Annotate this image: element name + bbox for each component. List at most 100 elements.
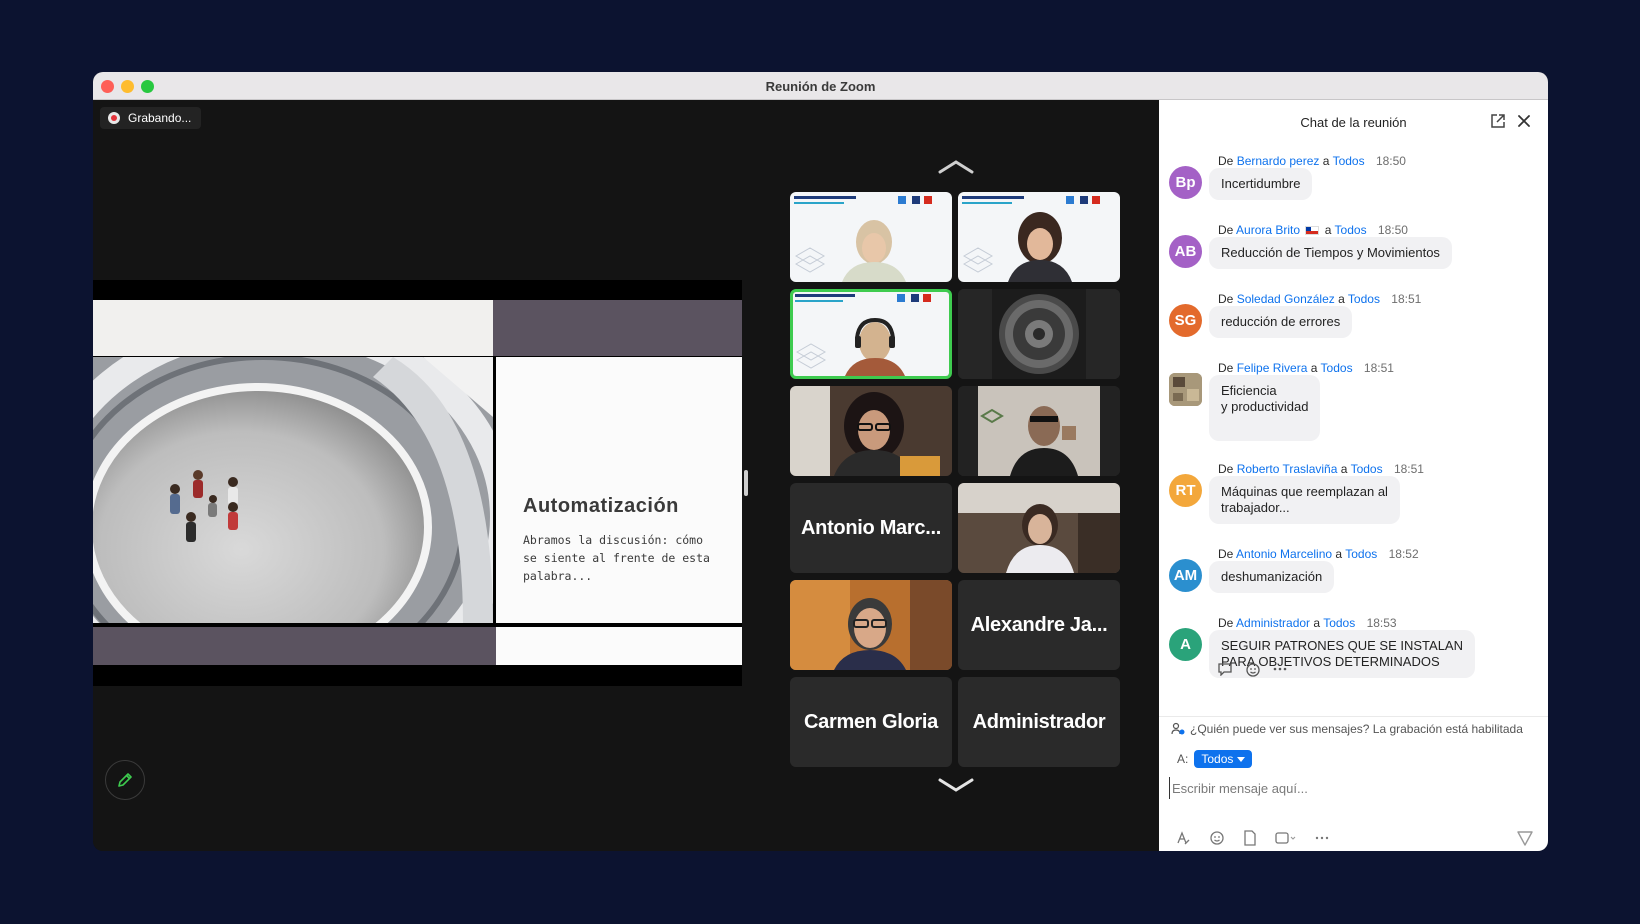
slide-top-accent — [493, 300, 742, 356]
message-bubble[interactable]: Incertidumbre — [1209, 168, 1313, 200]
notice-text: ¿Quién puede ver sus mensajes? La grabac… — [1190, 721, 1523, 736]
slide-top-band — [93, 300, 493, 356]
message-bubble[interactable]: Reducción de Tiempos y Movimientos — [1209, 237, 1452, 269]
video-tile[interactable] — [958, 192, 1120, 282]
message-time: 18:51 — [1363, 361, 1394, 375]
chat-toolbar — [1175, 830, 1329, 846]
video-tile-name-only[interactable]: Administrador — [958, 677, 1120, 767]
to-word: a — [1338, 292, 1345, 306]
chat-header: Chat de la reunión — [1159, 100, 1548, 144]
window-title: Reunión de Zoom — [765, 79, 876, 94]
video-tile-name-only[interactable]: Antonio Marc... — [790, 483, 952, 573]
message-bubble[interactable]: Máquinas que reemplazan al trabajador... — [1209, 476, 1400, 524]
video-tile-name-only[interactable]: Carmen Gloria — [790, 677, 952, 767]
message-bubble[interactable]: Eficiencia y productividad — [1209, 375, 1321, 441]
avatar: A — [1169, 628, 1202, 661]
participant-name: Carmen Gloria — [804, 711, 938, 733]
active-speaker-tile[interactable] — [790, 289, 952, 379]
video-tile[interactable] — [790, 192, 952, 282]
message-meta: De Antonio Marcelino a Todos 18:52 — [1218, 547, 1419, 561]
recipient-name[interactable]: Todos — [1351, 462, 1383, 476]
video-tile-name-only[interactable]: Alexandre Ja... — [958, 580, 1120, 670]
visibility-notice[interactable]: ¿Quién puede ver sus mensajes? La grabac… — [1159, 716, 1548, 740]
sender-name[interactable]: Bernardo perez — [1237, 154, 1320, 168]
recipient-name[interactable]: Todos — [1321, 361, 1353, 375]
to-word: a — [1322, 154, 1330, 168]
avatar: AM — [1169, 559, 1202, 592]
slide-heading: Automatización — [523, 495, 679, 517]
reply-icon[interactable] — [1217, 662, 1233, 676]
caret-down-icon — [1237, 756, 1246, 762]
slide-photo — [93, 357, 493, 623]
recipient-dropdown[interactable]: Todos — [1194, 750, 1253, 768]
slide-text-panel: Automatización Abramos la discusión: cóm… — [496, 357, 742, 623]
to-word: a — [1335, 547, 1343, 561]
chevron-down-icon[interactable] — [938, 778, 974, 792]
from-word: De — [1218, 616, 1234, 630]
recording-indicator[interactable]: Grabando... — [100, 107, 202, 129]
sender-name[interactable]: Soledad González — [1237, 292, 1335, 306]
chat-panel: Chat de la reunión Bp De Bernardo perez … — [1159, 100, 1548, 851]
meeting-stage: Grabando... Automatización Abramos la di… — [93, 100, 1159, 851]
screenshot-icon[interactable] — [1275, 830, 1297, 846]
message-actions — [1217, 662, 1287, 678]
recipient-name[interactable]: Todos — [1348, 292, 1380, 306]
sender-name[interactable]: Roberto Traslaviña — [1237, 462, 1338, 476]
resize-handle[interactable] — [744, 470, 748, 496]
message-bubble[interactable]: deshumanización — [1209, 561, 1335, 593]
sender-name[interactable]: Antonio Marcelino — [1236, 547, 1332, 561]
recipient-name[interactable]: Todos — [1323, 616, 1355, 630]
recipient-name[interactable]: Todos — [1333, 154, 1365, 168]
file-icon[interactable] — [1243, 830, 1257, 846]
sender-name[interactable]: Aurora Brito — [1236, 223, 1300, 237]
avatar: Bp — [1169, 166, 1202, 199]
message-meta: De Bernardo perez a Todos 18:50 — [1218, 154, 1406, 168]
message-time: 18:50 — [1375, 154, 1406, 168]
video-tile[interactable] — [958, 289, 1120, 379]
from-word: De — [1218, 154, 1234, 168]
message-time: 18:51 — [1393, 462, 1424, 476]
send-icon[interactable] — [1516, 829, 1534, 847]
sender-name[interactable]: Administrador — [1236, 616, 1310, 630]
title-bar: Reunión de Zoom — [93, 72, 1548, 100]
video-tile[interactable] — [958, 386, 1120, 476]
to-label: A: — [1177, 752, 1189, 766]
sender-name[interactable]: Felipe Rivera — [1237, 361, 1308, 375]
message-meta: De Administrador a Todos 18:53 — [1218, 616, 1397, 630]
pop-out-icon[interactable] — [1490, 113, 1506, 129]
recipient-name[interactable]: Todos — [1335, 223, 1367, 237]
video-tile[interactable] — [958, 483, 1120, 573]
message-time: 18:53 — [1366, 616, 1397, 630]
from-word: De — [1218, 292, 1234, 306]
to-word: a — [1340, 462, 1348, 476]
video-tile[interactable] — [790, 386, 952, 476]
participant-name: Alexandre Ja... — [970, 614, 1108, 636]
message-meta: De Felipe Rivera a Todos 18:51 — [1218, 361, 1394, 375]
video-tile[interactable] — [790, 580, 952, 670]
message-bubble[interactable]: reducción de errores — [1209, 306, 1353, 338]
recipient-row: A: Todos — [1177, 750, 1253, 768]
zoom-window: Reunión de Zoom Grabando... Automatizaci… — [93, 72, 1548, 851]
format-text-icon[interactable] — [1175, 830, 1191, 846]
annotate-button[interactable] — [105, 760, 145, 800]
to-word: a — [1310, 361, 1318, 375]
message-meta: De Soledad González a Todos 18:51 — [1218, 292, 1421, 306]
more-icon[interactable] — [1273, 662, 1287, 676]
message-time: 18:50 — [1377, 223, 1408, 237]
slide-bottom-accent — [93, 627, 496, 665]
avatar-photo — [1169, 373, 1202, 406]
more-icon[interactable] — [1315, 831, 1329, 845]
from-word: De — [1218, 361, 1234, 375]
emoji-reaction-icon[interactable] — [1245, 662, 1261, 678]
emoji-icon[interactable] — [1209, 830, 1225, 846]
participant-name: Antonio Marc... — [801, 517, 941, 539]
avatar: AB — [1169, 235, 1202, 268]
to-word: a — [1324, 223, 1332, 237]
close-icon[interactable] — [1517, 114, 1531, 128]
recipient-name[interactable]: Todos — [1345, 547, 1377, 561]
chevron-up-icon[interactable] — [938, 160, 974, 174]
pencil-icon — [118, 773, 132, 787]
message-input[interactable] — [1169, 777, 1529, 799]
message-meta: De Aurora Brito a Todos 18:50 — [1218, 223, 1408, 237]
slide-bottom-band — [496, 627, 742, 665]
